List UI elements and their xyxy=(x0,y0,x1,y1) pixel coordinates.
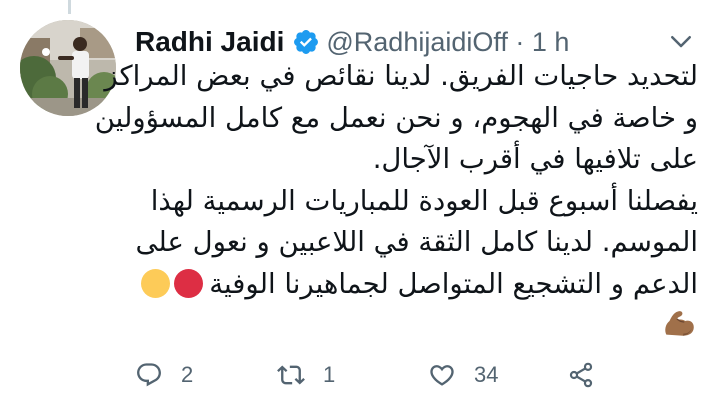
previous-tweet-edge xyxy=(0,0,720,12)
tweet-text-line: على تلافيها في أقرب الآجال. xyxy=(372,143,698,175)
tweet-text-segment: الدعم و التشجيع المتواصل لجماهيرنا الوفي… xyxy=(209,267,698,300)
retweet-button[interactable]: 1 xyxy=(277,355,335,395)
red-circle-emoji-icon xyxy=(174,268,204,298)
like-count: 34 xyxy=(474,362,499,387)
reply-count: 2 xyxy=(181,362,194,387)
tweet-text-line: و خاصة في الهجوم، و نحن نعمل مع كامل الم… xyxy=(94,101,698,134)
like-icon xyxy=(430,365,454,386)
yellow-circle-emoji-icon xyxy=(141,268,171,298)
share-button[interactable] xyxy=(567,355,613,395)
thread-connector-line xyxy=(68,0,71,14)
flexed-biceps-emoji-icon xyxy=(660,303,698,341)
retweet-icon xyxy=(277,365,305,385)
tweet-text-line: الموسم. لدينا كامل الثقة في اللاعبين و ن… xyxy=(135,226,698,258)
tweet-text-line: يفصلنا أسبوع قبل العودة للمباريات الرسمي… xyxy=(150,184,698,217)
share-icon xyxy=(569,362,593,388)
reply-button[interactable]: 2 xyxy=(135,355,193,395)
tweet-text: لتحديد حاجيات الفريق. لدينا نقائص في بعض… xyxy=(94,56,698,350)
retweet-count: 1 xyxy=(323,362,336,387)
like-button[interactable]: 34 xyxy=(428,355,498,395)
author-name[interactable]: Radhi Jaidi xyxy=(135,26,284,58)
author-handle-and-time[interactable]: @RadhijaidiOff · 1 h xyxy=(326,27,569,58)
reply-icon xyxy=(137,363,161,387)
tweet-text-line: لتحديد حاجيات الفريق. لدينا نقائص في بعض… xyxy=(104,60,698,92)
more-icon[interactable] xyxy=(666,26,696,56)
tweet-text-line: الدعم و التشجيع المتواصل لجماهيرنا الوفي… xyxy=(135,264,698,306)
verified-badge-icon xyxy=(292,28,320,56)
emoji-line xyxy=(135,305,698,350)
tweet-actions: 2 1 34 xyxy=(135,355,695,395)
